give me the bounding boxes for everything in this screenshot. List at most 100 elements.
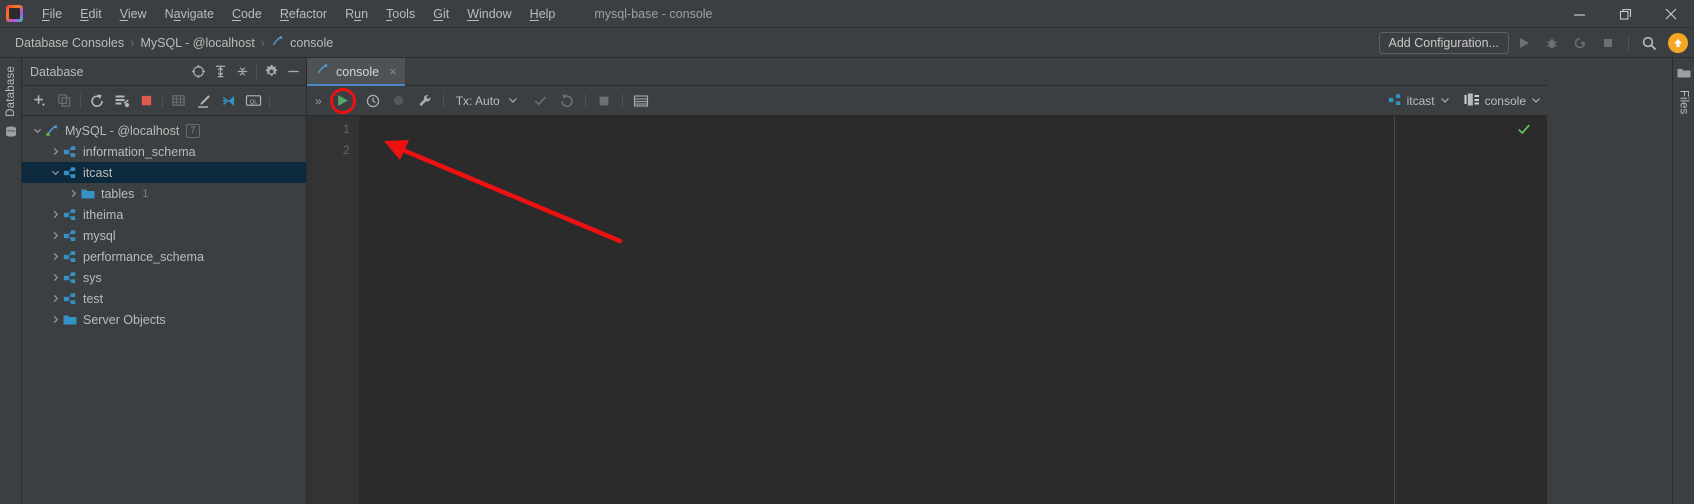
expand-all-icon[interactable] <box>209 61 231 83</box>
query-history-icon[interactable] <box>360 88 386 114</box>
duplicate-icon[interactable] <box>52 88 77 114</box>
breadcrumb-database-consoles[interactable]: Database Consoles <box>10 34 129 52</box>
tree-node-performance-schema[interactable]: performance_schema <box>22 246 306 267</box>
database-panel-header: Database <box>22 58 306 86</box>
debug-icon[interactable] <box>1539 31 1565 55</box>
code-line[interactable] <box>359 141 1547 162</box>
chevron-down-icon[interactable] <box>30 124 44 138</box>
tree-node-itcast[interactable]: itcast <box>22 162 306 183</box>
chevron-right-icon[interactable] <box>48 271 62 285</box>
chevron-right-icon[interactable] <box>66 187 80 201</box>
tree-node-tables[interactable]: tables 1 <box>22 183 306 204</box>
tree-node-sys[interactable]: sys <box>22 267 306 288</box>
table-grid-icon[interactable] <box>628 88 654 114</box>
tree-node-information-schema[interactable]: information_schema <box>22 141 306 162</box>
run-icon[interactable] <box>1511 31 1537 55</box>
ide-window: File Edit View Navigate Code Refactor Ru… <box>0 0 1694 504</box>
main-menu: File Edit View Navigate Code Refactor Ru… <box>33 0 564 28</box>
editor-right-margin-line <box>1394 116 1395 504</box>
chevron-right-icon[interactable] <box>48 250 62 264</box>
execute-run-icon[interactable] <box>329 87 356 114</box>
breadcrumb-mysql-localhost[interactable]: MySQL - @localhost <box>135 34 259 52</box>
stripe-button-database[interactable]: Database <box>5 66 17 117</box>
search-everywhere-icon[interactable] <box>1636 31 1662 55</box>
settings-gear-icon[interactable] <box>260 61 282 83</box>
tree-node-label: tables <box>101 186 135 201</box>
rollback-icon[interactable] <box>554 88 580 114</box>
menu-item-git[interactable]: Git <box>424 0 458 28</box>
maximize-icon[interactable] <box>1602 0 1648 28</box>
menu-item-view[interactable]: View <box>111 0 156 28</box>
chevron-down-icon <box>1531 94 1541 108</box>
line-number: 2 <box>342 144 350 158</box>
menu-item-navigate[interactable]: Navigate <box>156 0 223 28</box>
stop-icon[interactable] <box>1595 31 1621 55</box>
tree-node-label: itheima <box>83 207 124 222</box>
menu-item-edit[interactable]: Edit <box>71 0 111 28</box>
menu-item-run[interactable]: Run <box>336 0 377 28</box>
breadcrumb-console[interactable]: console <box>266 32 338 53</box>
menu-item-code[interactable]: Code <box>223 0 271 28</box>
schema-icon <box>62 270 78 286</box>
collapse-all-icon[interactable] <box>231 61 253 83</box>
chevron-right-icon[interactable] <box>48 313 62 327</box>
tree-node-test[interactable]: test <box>22 288 306 309</box>
menu-item-refactor[interactable]: Refactor <box>271 0 336 28</box>
schema-icon <box>62 207 78 223</box>
session-selector[interactable]: console <box>1464 93 1541 110</box>
chevron-down-icon[interactable] <box>48 166 62 180</box>
menu-item-tools[interactable]: Tools <box>377 0 424 28</box>
tree-node-label: itcast <box>83 165 113 180</box>
close-icon[interactable] <box>1648 0 1694 28</box>
stop-square-icon[interactable] <box>591 88 617 114</box>
hide-panel-icon[interactable] <box>282 61 304 83</box>
chevron-down-icon[interactable] <box>504 94 522 108</box>
minimize-icon[interactable] <box>1556 0 1602 28</box>
inspections-ok-check-icon[interactable] <box>1517 122 1531 140</box>
commit-check-icon[interactable] <box>528 88 554 114</box>
editor-tab-bar: console × <box>307 58 1547 86</box>
stripe-button-files[interactable]: Files <box>1678 90 1690 114</box>
chevron-right-icon[interactable] <box>48 292 62 306</box>
run-with-coverage-icon[interactable] <box>1567 31 1593 55</box>
ql-console-icon[interactable]: QL <box>241 88 266 114</box>
chevron-right-icon[interactable] <box>48 208 62 222</box>
sync-schema-icon[interactable] <box>109 88 134 114</box>
tree-node-mysql[interactable]: mysql <box>22 225 306 246</box>
refresh-icon[interactable] <box>84 88 109 114</box>
menu-item-window[interactable]: Window <box>458 0 520 28</box>
intellij-logo-icon <box>6 5 23 22</box>
modify-table-icon[interactable] <box>191 88 216 114</box>
jump-to-console-icon[interactable] <box>187 61 209 83</box>
tree-node-label: MySQL - @localhost <box>65 123 180 138</box>
tree-node-mysql-localhost[interactable]: MySQL - @localhost 7 <box>22 120 306 141</box>
jump-to-query-console-icon[interactable] <box>216 88 241 114</box>
add-configuration-button[interactable]: Add Configuration... <box>1378 32 1509 54</box>
data-source-properties-icon[interactable] <box>412 88 438 114</box>
table-data-icon[interactable] <box>166 88 191 114</box>
code-area[interactable] <box>359 116 1547 504</box>
database-stripe-icon[interactable] <box>4 125 18 144</box>
chevron-right-icon[interactable] <box>48 229 62 243</box>
stop-red-icon[interactable] <box>134 88 159 114</box>
editor-body[interactable]: 12 <box>307 116 1547 504</box>
files-folder-icon[interactable] <box>1677 66 1691 84</box>
tree-node-label: mysql <box>83 228 116 243</box>
session-circle-icon[interactable] <box>386 88 412 114</box>
schema-selector[interactable]: itcast <box>1388 93 1450 110</box>
console-toolbar-right: itcast console <box>1388 86 1541 116</box>
menu-item-help[interactable]: Help <box>521 0 565 28</box>
toolbar-overflow-icon[interactable]: » <box>311 94 326 108</box>
editor-tab-console[interactable]: console × <box>307 58 405 86</box>
database-panel-toolbar: QL <box>22 86 306 116</box>
chevron-right-icon[interactable] <box>48 145 62 159</box>
close-icon[interactable]: × <box>389 64 397 79</box>
tree-node-itheima[interactable]: itheima <box>22 204 306 225</box>
ide-update-icon[interactable] <box>1668 33 1688 53</box>
window-title: mysql-base - console <box>594 6 713 21</box>
menu-item-file[interactable]: File <box>33 0 71 28</box>
tx-mode-label[interactable]: Tx: Auto <box>456 94 500 108</box>
add-new-icon[interactable] <box>27 88 52 114</box>
code-line[interactable] <box>359 120 1547 141</box>
tree-node-server-objects[interactable]: Server Objects <box>22 309 306 330</box>
